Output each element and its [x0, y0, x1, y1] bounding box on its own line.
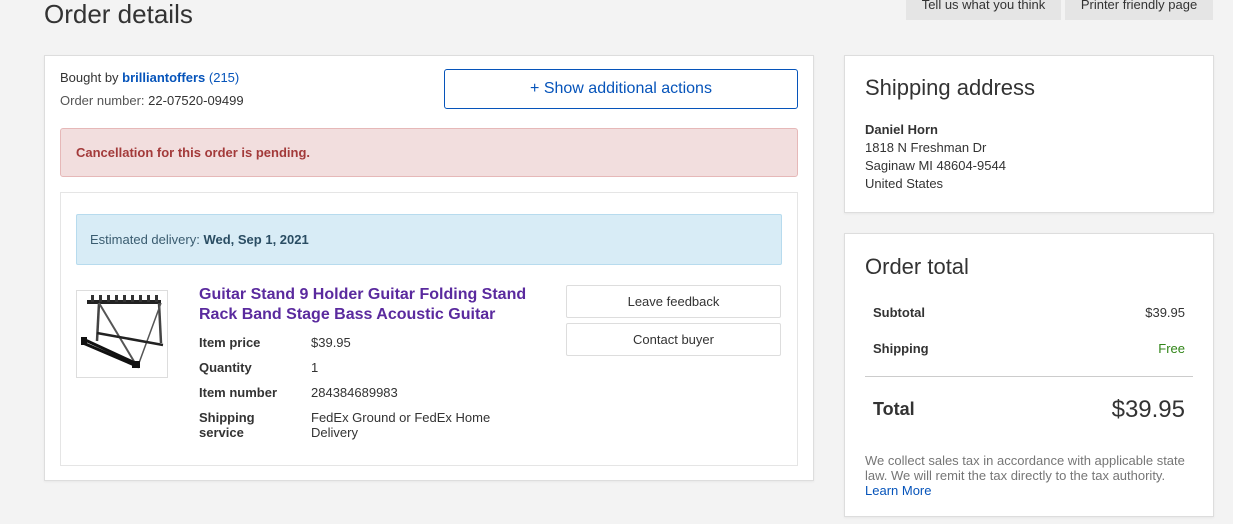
tax-note-text: We collect sales tax in accordance with … — [865, 453, 1185, 483]
order-number-line: Order number: 22-07520-09499 — [60, 93, 244, 108]
bought-by-label: Bought by — [60, 70, 119, 85]
address-street: 1818 N Freshman Dr — [865, 140, 987, 155]
item-price-value: $39.95 — [311, 335, 351, 350]
show-additional-actions-button[interactable]: + Show additional actions — [444, 69, 798, 109]
tax-note: We collect sales tax in accordance with … — [865, 453, 1195, 498]
shipping-address-title: Shipping address — [865, 75, 1036, 100]
contact-buyer-button[interactable]: Contact buyer — [566, 323, 781, 356]
item-number-value: 284384689983 — [311, 385, 398, 400]
item-price-label: Item price — [199, 335, 261, 350]
order-total-panel: Order total Subtotal $39.95 Shipping Fre… — [844, 233, 1214, 517]
printer-friendly-button[interactable]: Printer friendly page — [1065, 0, 1213, 20]
cancellation-alert: Cancellation for this order is pending. — [60, 128, 798, 177]
order-number-label: Order number: — [60, 93, 145, 108]
quantity-label: Quantity — [199, 360, 252, 375]
shipping-cost-value: Free — [1158, 341, 1185, 356]
item-title-link[interactable]: Guitar Stand 9 Holder Guitar Folding Sta… — [199, 285, 539, 325]
feedback-survey-button[interactable]: Tell us what you think — [906, 0, 1061, 20]
item-number-label: Item number — [199, 385, 278, 400]
total-divider — [865, 376, 1193, 377]
seller-link[interactable]: brilliantoffers — [122, 70, 205, 85]
page-title: Order details — [44, 0, 193, 29]
shipping-address-block: Daniel Horn 1818 N Freshman Dr Saginaw M… — [865, 121, 1006, 193]
subtotal-label: Subtotal — [873, 305, 925, 320]
total-label: Total — [873, 399, 915, 419]
estimated-delivery-banner: Estimated delivery: Wed, Sep 1, 2021 — [76, 214, 782, 265]
guitar-stand-image — [81, 295, 164, 369]
shipping-service-value: FedEx Ground or FedEx Home Delivery — [311, 410, 491, 440]
recipient-name: Daniel Horn — [865, 122, 938, 137]
seller-score-close: ) — [234, 70, 240, 85]
item-thumbnail[interactable] — [76, 290, 168, 378]
order-number: 22-07520-09499 — [148, 93, 244, 108]
quantity-value: 1 — [311, 360, 319, 375]
total-value: $39.95 — [1111, 396, 1185, 423]
shipping-service-label: Shipping service — [199, 410, 255, 440]
leave-feedback-button[interactable]: Leave feedback — [566, 285, 781, 318]
subtotal-value: $39.95 — [1145, 305, 1185, 320]
shipping-cost-label: Shipping — [873, 341, 929, 356]
delivery-date: Wed, Sep 1, 2021 — [203, 232, 309, 247]
order-total-title: Order total — [865, 254, 969, 279]
shipping-address-panel: Shipping address Daniel Horn 1818 N Fres… — [844, 55, 1214, 213]
address-country: United States — [865, 176, 944, 191]
learn-more-link[interactable]: Learn More — [865, 483, 931, 498]
seller-score-link[interactable]: 215 — [213, 70, 235, 85]
delivery-label: Estimated delivery: — [90, 232, 200, 247]
seller-line: Bought by brilliantoffers (215) — [60, 70, 239, 85]
item-card: Estimated delivery: Wed, Sep 1, 2021 Gui… — [60, 192, 798, 466]
address-city: Saginaw MI 48604-9544 — [865, 158, 1006, 173]
order-summary-panel: Bought by brilliantoffers (215) Order nu… — [44, 55, 814, 481]
